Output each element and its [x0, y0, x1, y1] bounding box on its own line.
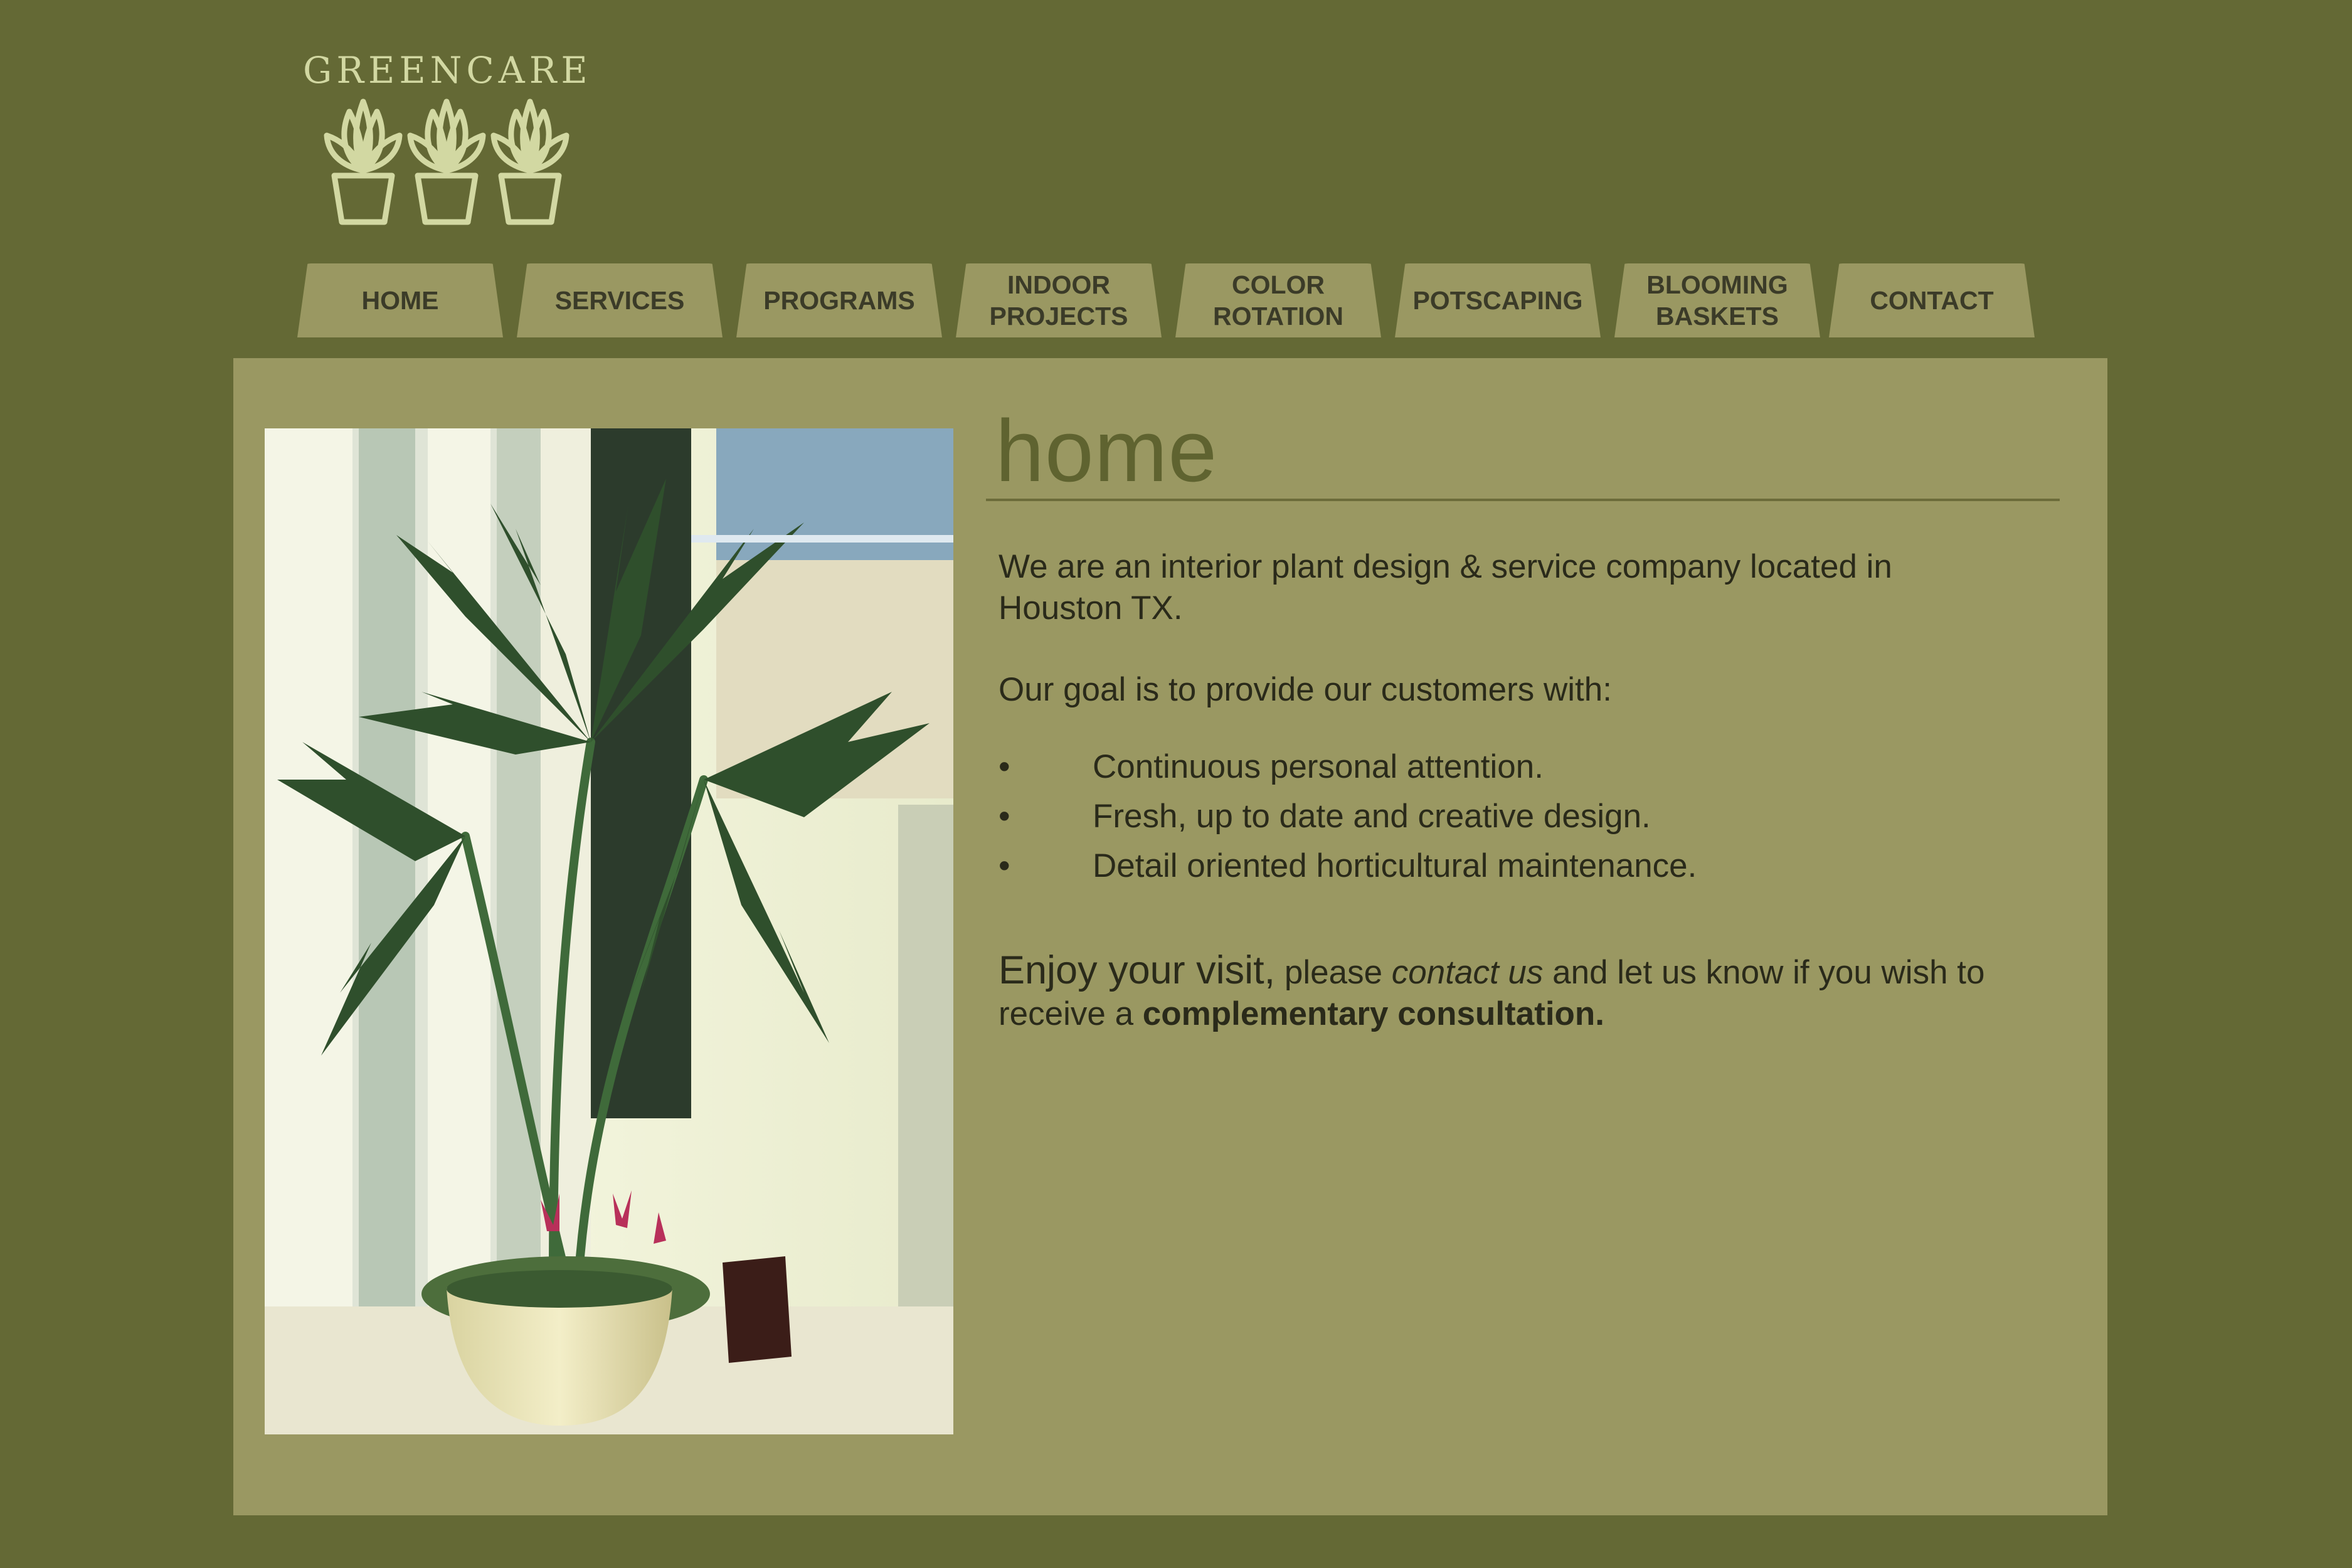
lobby-palm-photo: [265, 428, 953, 1434]
bullet-icon: •: [999, 798, 1010, 835]
closing-text-1: please: [1275, 954, 1392, 991]
nav-tab-blooming-baskets[interactable]: BLOOMING BASKETS: [1614, 263, 1820, 337]
list-item: • Detail oriented horticultural maintena…: [999, 841, 2002, 891]
site-logo[interactable]: GREENCARE: [300, 49, 588, 231]
consultation-text: complementary consultation.: [1142, 995, 1605, 1032]
contact-us-link[interactable]: contact us: [1392, 954, 1544, 991]
nav-tab-color-rotation[interactable]: COLOR ROTATION: [1175, 263, 1381, 337]
contact-us-link-text: contact us: [1391, 954, 1544, 991]
brand-name: GREENCARE: [303, 49, 592, 92]
list-item-text: Continuous personal attention.: [1093, 748, 1544, 785]
content-panel: home We are an interior plant design & s…: [233, 358, 2107, 1515]
home-body: We are an interior plant design & servic…: [999, 546, 2002, 1035]
nav-tab-home[interactable]: HOME: [297, 263, 503, 337]
nav-tab-services[interactable]: SERVICES: [517, 263, 723, 337]
list-item: • Continuous personal attention.: [999, 742, 2002, 792]
page-title: home: [995, 401, 1218, 500]
main-nav: HOME SERVICES PROGRAMS INDOOR PROJECTS C…: [0, 263, 2352, 339]
list-item-text: Fresh, up to date and creative design.: [1093, 798, 1651, 835]
potted-plants-icon: [324, 98, 569, 225]
intro-paragraph: We are an interior plant design & servic…: [999, 548, 1892, 627]
list-item-text: Detail oriented horticultural maintenanc…: [1093, 847, 1697, 884]
nav-tab-contact[interactable]: CONTACT: [1829, 263, 2035, 337]
bullet-icon: •: [999, 847, 1010, 884]
closing-paragraph: Enjoy your visit, please contact us and …: [999, 950, 2002, 1035]
list-item: • Fresh, up to date and creative design.: [999, 792, 2002, 841]
bullet-icon: •: [999, 748, 1010, 785]
goal-list: • Continuous personal attention. • Fresh…: [999, 742, 2002, 891]
nav-tab-indoor-projects[interactable]: INDOOR PROJECTS: [956, 263, 1162, 337]
goal-paragraph: Our goal is to provide our customers wit…: [999, 671, 1612, 708]
closing-lead: Enjoy your visit,: [999, 948, 1276, 992]
nav-tab-programs[interactable]: PROGRAMS: [736, 263, 942, 337]
nav-tab-potscaping[interactable]: POTSCAPING: [1395, 263, 1601, 337]
title-divider: [986, 499, 2060, 501]
